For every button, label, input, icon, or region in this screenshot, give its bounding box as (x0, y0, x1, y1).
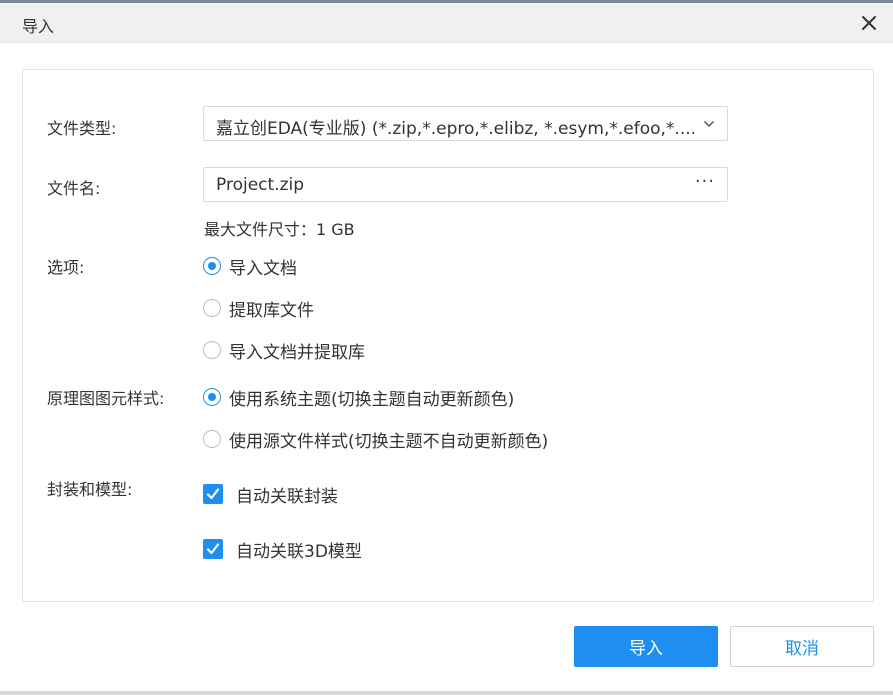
option-source-style[interactable]: 使用源文件样式(切换主题不自动更新颜色) (203, 427, 549, 452)
schematic-style-label: 原理图图元样式: (47, 389, 165, 408)
option-system-theme[interactable]: 使用系统主题(切换主题自动更新颜色) (203, 385, 515, 410)
file-name-value: Project.zip (216, 175, 305, 195)
option-auto-3d-model-label: 自动关联3D模型 (236, 541, 362, 562)
option-auto-footprint[interactable]: 自动关联封装 (203, 482, 338, 507)
option-import-and-extract-label: 导入文档并提取库 (229, 342, 365, 363)
option-import-document-label: 导入文档 (229, 258, 297, 279)
radio-import-and-extract[interactable] (203, 341, 221, 359)
file-name-field[interactable]: Project.zip ··· (203, 167, 728, 202)
checkbox-auto-3d-model[interactable] (203, 539, 223, 559)
import-button[interactable]: 导入 (574, 626, 718, 667)
close-icon (862, 16, 876, 30)
max-size-hint: 最大文件尺寸：1 GB (204, 220, 355, 239)
option-extract-library-label: 提取库文件 (229, 300, 314, 321)
window-bottom-strip (0, 691, 893, 695)
dialog-titlebar: 导入 (0, 3, 893, 43)
option-auto-3d-model[interactable]: 自动关联3D模型 (203, 537, 362, 562)
options-label: 选项: (47, 258, 85, 277)
radio-system-theme[interactable] (203, 388, 221, 406)
form-panel (22, 69, 874, 602)
radio-extract-library[interactable] (203, 299, 221, 317)
file-type-label: 文件类型: (47, 119, 117, 138)
dialog-title: 导入 (22, 17, 55, 36)
close-button[interactable] (855, 9, 883, 37)
radio-source-style[interactable] (203, 430, 221, 448)
option-system-theme-label: 使用系统主题(切换主题自动更新颜色) (229, 389, 515, 410)
file-type-select[interactable]: 嘉立创EDA(专业版) (*.zip,*.epro,*.elibz, *.esy… (203, 106, 728, 141)
option-source-style-label: 使用源文件样式(切换主题不自动更新颜色) (229, 431, 549, 452)
checkmark-icon (206, 488, 220, 500)
option-import-document[interactable]: 导入文档 (203, 254, 297, 279)
chevron-down-icon (703, 120, 715, 128)
radio-import-document[interactable] (203, 257, 221, 275)
file-type-value: 嘉立创EDA(专业版) (*.zip,*.epro,*.elibz, *.esy… (216, 119, 694, 139)
checkbox-auto-footprint[interactable] (203, 484, 223, 504)
checkmark-icon (206, 543, 220, 555)
file-name-label: 文件名: (47, 179, 101, 198)
option-extract-library[interactable]: 提取库文件 (203, 296, 314, 321)
browse-button[interactable]: ··· (695, 171, 715, 192)
option-auto-footprint-label: 自动关联封装 (236, 486, 338, 507)
footprint-model-label: 封装和模型: (47, 480, 133, 499)
cancel-button[interactable]: 取消 (730, 626, 874, 667)
option-import-and-extract[interactable]: 导入文档并提取库 (203, 338, 365, 363)
